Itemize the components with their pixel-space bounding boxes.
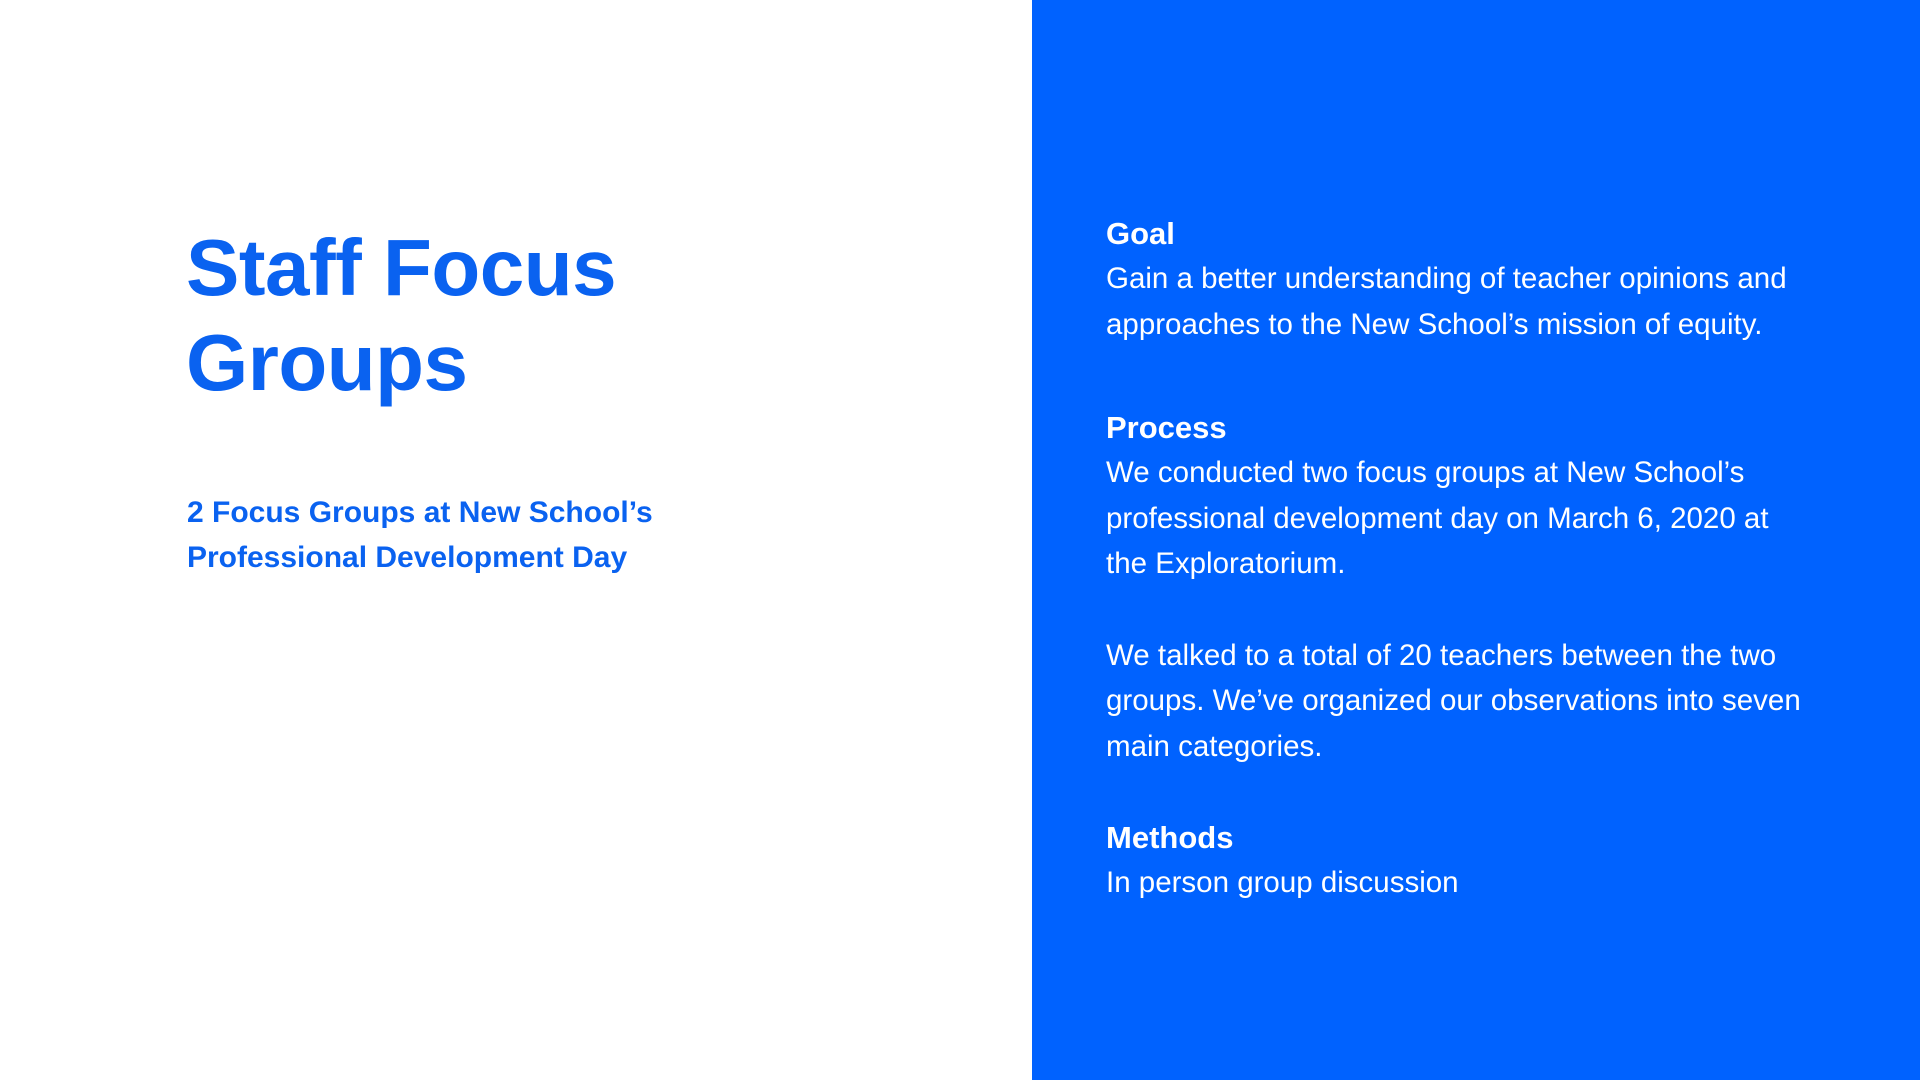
page-subtitle: 2 Focus Groups at New School’s Professio… — [187, 496, 653, 574]
left-panel: Staff Focus Groups 2 Focus Groups at New… — [0, 0, 1032, 1080]
process-paragraph-1: We conducted two focus groups at New Sch… — [1106, 456, 1769, 580]
page-title: Staff Focus Groups — [186, 223, 617, 407]
details: Goal Gain a better understanding of teac… — [1106, 211, 1806, 906]
goal-text: Gain a better understanding of teacher o… — [1106, 262, 1787, 341]
process-heading: Process — [1106, 410, 1227, 445]
goal-heading: Goal — [1106, 216, 1175, 251]
methods-section: Methods In person group discussion — [1106, 815, 1806, 906]
methods-heading: Methods — [1106, 820, 1234, 855]
process-section: Process We conducted two focus groups at… — [1106, 405, 1806, 769]
methods-text: In person group discussion — [1106, 866, 1459, 899]
goal-section: Goal Gain a better understanding of teac… — [1106, 211, 1806, 347]
right-panel: Goal Gain a better understanding of teac… — [1032, 0, 1920, 1080]
process-paragraph-2: We talked to a total of 20 teachers betw… — [1106, 638, 1801, 763]
